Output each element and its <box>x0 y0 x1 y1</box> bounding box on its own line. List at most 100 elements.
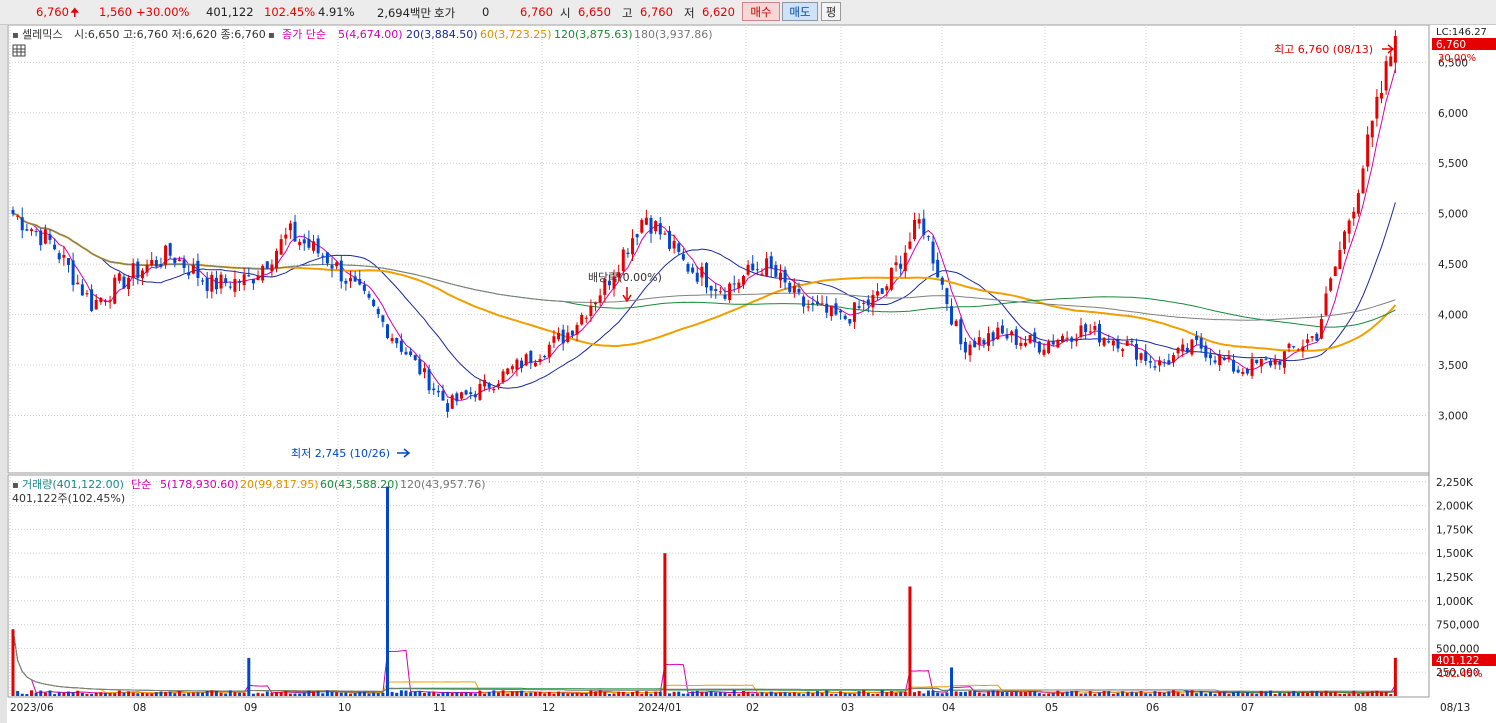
candle-body <box>741 275 745 285</box>
candle-body <box>1384 61 1388 91</box>
volume-bar <box>681 693 685 696</box>
candle-body <box>1269 360 1273 366</box>
candle-body <box>677 243 681 252</box>
candle-body <box>1273 358 1277 365</box>
volume-bar <box>792 692 796 696</box>
volume-bar <box>1347 693 1351 696</box>
volume-bar <box>1158 691 1162 696</box>
volume-bar <box>261 693 265 696</box>
volume-bar <box>1195 693 1199 696</box>
candle-body <box>1065 337 1069 339</box>
candle-body <box>265 261 269 269</box>
open-label: 시 <box>560 6 571 20</box>
volume-pct-tag: 102.45% <box>1438 669 1483 680</box>
price-panel <box>7 25 1430 474</box>
candle-body <box>996 327 1000 340</box>
buy-button[interactable]: 매수 <box>742 2 780 21</box>
volume-bar <box>1370 691 1374 696</box>
volume-bar <box>422 692 426 696</box>
candle-body <box>802 296 806 307</box>
volume-tick-label: 2,250K <box>1436 477 1474 489</box>
volume-bar <box>1093 693 1097 696</box>
candle-body <box>765 258 769 276</box>
quote-bar: 6,760 🠉 1,560 +30.00% 401,122 102.45% 4.… <box>0 0 1496 25</box>
volume-bar <box>1361 692 1365 696</box>
volume-bar <box>728 694 732 696</box>
candle-body <box>20 217 24 231</box>
candle-body <box>80 284 84 296</box>
volume-bar <box>1079 693 1083 696</box>
price-tick-label: 3,000 <box>1438 411 1468 423</box>
average-button[interactable]: 평 <box>821 2 841 21</box>
stock-chart[interactable]: 3,0003,5004,0004,5005,0005,5006,0006,500… <box>0 25 1496 723</box>
volume-bar <box>1047 693 1051 696</box>
volume-bar <box>284 691 288 696</box>
x-tick-label: 05 <box>1045 702 1058 714</box>
candle-body <box>325 252 329 264</box>
candle-body <box>404 351 408 355</box>
table-icon[interactable] <box>12 44 26 57</box>
candle-body <box>1079 325 1083 337</box>
candle-body <box>1037 341 1041 353</box>
volume-bar <box>187 692 191 696</box>
candle-body <box>1315 333 1319 341</box>
volume-bar <box>1190 690 1194 696</box>
volume-bar <box>991 690 995 696</box>
volume-bar <box>1329 692 1333 696</box>
volume-bar <box>806 691 810 696</box>
volume-bar <box>316 691 320 696</box>
volume-bar <box>1208 691 1212 696</box>
candle-body <box>982 339 986 345</box>
candle-body <box>275 250 279 269</box>
volume-bar <box>501 690 505 696</box>
candle-body <box>1343 231 1347 250</box>
x-tick-label: 09 <box>244 702 257 714</box>
candle-body <box>825 303 829 313</box>
candle-body <box>1380 92 1384 99</box>
candle-body <box>409 351 413 355</box>
candle-body <box>1199 338 1203 349</box>
vol-ma60-legend: 60(43,588.20) <box>320 478 399 491</box>
candle-body <box>714 289 718 291</box>
volume-bar <box>570 693 574 696</box>
volume-bar <box>201 692 205 696</box>
volume-bar <box>1236 691 1240 696</box>
volume-bar <box>270 692 274 696</box>
x-tick-label: 10 <box>338 702 351 714</box>
candle-body <box>76 282 80 285</box>
candle-body <box>413 355 417 361</box>
candle-body <box>686 263 690 272</box>
candle-body <box>987 333 991 346</box>
hoga-price: 6,760 <box>520 5 553 19</box>
volume-bar <box>399 690 403 696</box>
volume-bar <box>459 693 463 696</box>
volume-panel <box>7 474 1430 698</box>
volume-bar <box>1287 692 1291 696</box>
volume-bar <box>76 690 80 696</box>
candle-body <box>936 259 940 278</box>
candle-body <box>1204 345 1208 358</box>
volume-bar <box>432 692 436 696</box>
volume-bar <box>450 692 454 696</box>
volume-bar <box>1366 692 1370 696</box>
volume-bar <box>224 693 228 696</box>
x-tick-label: 2023/06 <box>10 702 54 714</box>
candle-body <box>1102 337 1106 346</box>
volume-tick-label: 1,750K <box>1436 524 1474 536</box>
volume-tick-label: 1,500K <box>1436 548 1474 560</box>
volume-bar <box>959 691 963 696</box>
candle-body <box>1264 358 1268 360</box>
volume-bar <box>29 690 33 696</box>
candle-body <box>455 393 459 402</box>
volume-bar <box>543 693 547 696</box>
trade-amount: 2,694백만 <box>377 6 432 20</box>
candle-body <box>127 277 131 290</box>
candle-body <box>1019 342 1023 346</box>
sell-button[interactable]: 매도 <box>782 2 818 21</box>
candle-body <box>1195 335 1199 340</box>
volume-bar <box>714 692 718 696</box>
candle-body <box>85 293 89 295</box>
legend-marker-icon: ▪ <box>12 30 19 41</box>
candle-body <box>385 324 389 339</box>
candle-body <box>43 229 47 244</box>
